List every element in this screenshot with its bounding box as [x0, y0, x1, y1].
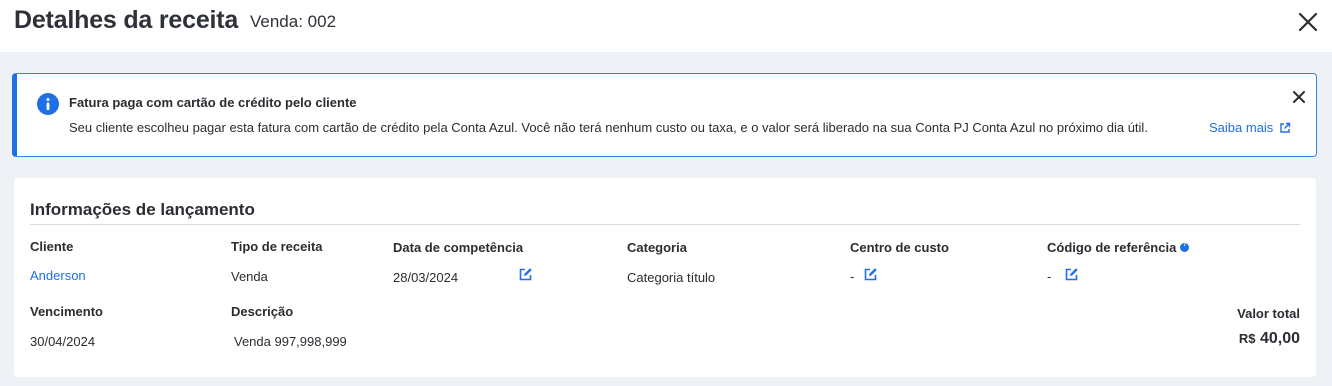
close-icon: [1293, 91, 1305, 103]
reference-code-value: -: [1047, 269, 1052, 284]
total-value: R$ 40,00: [1239, 330, 1300, 348]
description-value: Venda 997,998,999: [234, 334, 347, 349]
alert-message: Seu cliente escolheu pagar esta fatura c…: [69, 120, 1148, 135]
client-label: Cliente: [30, 239, 74, 254]
learn-more-label: Saiba mais: [1209, 120, 1274, 135]
section-title: Informações de lançamento: [30, 200, 255, 219]
entry-info-card: Informações de lançamento Cliente Anders…: [14, 178, 1316, 377]
due-date-value: 30/04/2024: [30, 334, 96, 349]
cost-center-value: -: [850, 269, 855, 284]
description-label: Descrição: [231, 304, 294, 319]
client-link[interactable]: Anderson: [30, 268, 86, 283]
help-icon[interactable]: ?: [1180, 241, 1190, 252]
close-icon: [1298, 12, 1318, 32]
alert-heading: Fatura paga com cartão de crédito pelo c…: [69, 95, 357, 110]
reference-code-label-text: Código de referência: [1047, 240, 1177, 255]
cost-center-label: Centro de custo: [850, 240, 949, 255]
sale-number: Venda: 002: [250, 12, 337, 31]
revenue-type-label: Tipo de receita: [231, 239, 323, 254]
due-date-label: Vencimento: [30, 304, 103, 319]
close-modal-button[interactable]: [1296, 10, 1320, 34]
edit-competence-date-icon[interactable]: [519, 267, 533, 281]
reference-code-label: Código de referência?: [1047, 240, 1190, 255]
external-link-icon: [1279, 122, 1291, 137]
page-title: Detalhes da receita: [14, 6, 239, 34]
learn-more-link[interactable]: Saiba mais: [1209, 120, 1291, 137]
total-label: Valor total: [1237, 306, 1300, 321]
category-label: Categoria: [627, 240, 687, 255]
section-divider: [30, 224, 1300, 225]
alert-close-button[interactable]: [1291, 89, 1307, 105]
competence-date-value: 28/03/2024: [393, 270, 459, 285]
total-amount: 40,00: [1259, 330, 1300, 347]
credit-card-info-alert: Fatura paga com cartão de crédito pelo c…: [12, 73, 1317, 157]
info-icon: [37, 93, 59, 115]
edit-reference-code-icon[interactable]: [1065, 267, 1079, 281]
modal-header: Detalhes da receita Venda: 002: [0, 0, 1332, 52]
total-currency: R$: [1238, 331, 1256, 346]
competence-date-label: Data de competência: [393, 240, 524, 255]
edit-cost-center-icon[interactable]: [864, 267, 878, 281]
category-value: Categoria título: [627, 270, 716, 285]
revenue-type-value: Venda: [231, 269, 268, 284]
